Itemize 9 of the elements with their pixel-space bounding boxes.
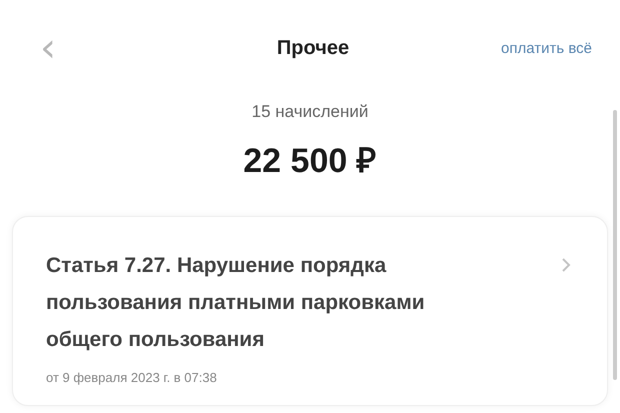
charge-title: Статья 7.27. Нарушение порядка пользования платными парковками общего пользования [46, 253, 426, 353]
chevron-right-icon [561, 257, 571, 273]
total-amount: 22 500 ₽ [243, 141, 377, 182]
pay-all-link[interactable]: оплатить всё [501, 40, 592, 56]
page-title: Прочее [276, 36, 350, 60]
back-button[interactable]: ‹ [34, 30, 62, 66]
charge-date: от 9 февраля 2023 г. в 07:38 [46, 370, 218, 385]
charge-card[interactable]: Статья 7.27. Нарушение порядка пользования платными парковками общего пользования от 9 февраля 2023 г. в 07:38 [12, 216, 608, 406]
charges-count: 15 начислений [252, 102, 368, 122]
